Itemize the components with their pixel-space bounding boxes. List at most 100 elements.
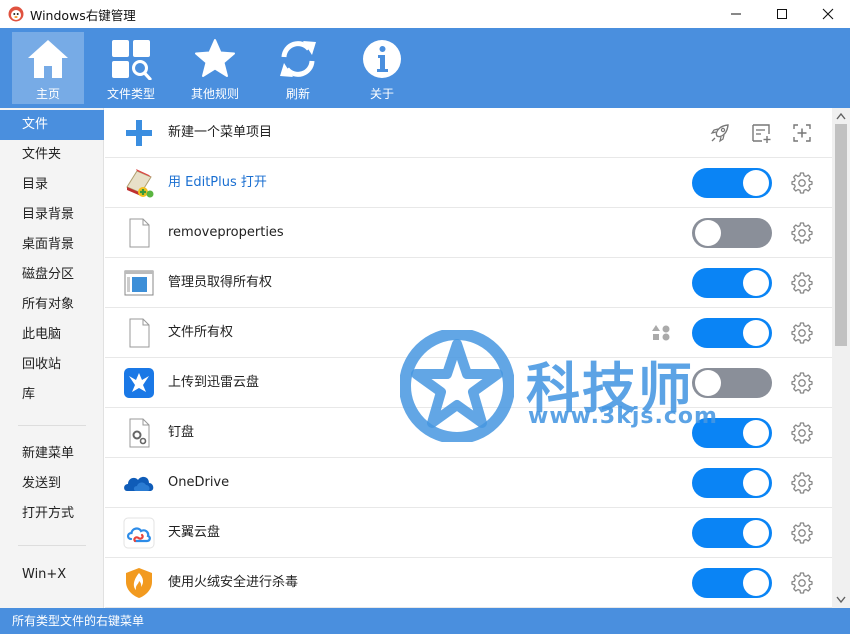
tianyi-cloud-icon bbox=[123, 517, 155, 549]
sidebar-item-file[interactable]: 文件 bbox=[0, 110, 104, 140]
enable-toggle[interactable] bbox=[692, 568, 772, 598]
toolbar-about-button[interactable]: 关于 bbox=[346, 32, 418, 104]
list-item[interactable]: 管理员取得所有权 bbox=[105, 258, 832, 308]
list-item-label: 文件所有权 bbox=[168, 325, 234, 340]
list-item-label: OneDrive bbox=[168, 475, 230, 490]
scrollbar-thumb[interactable] bbox=[835, 124, 847, 346]
toolbar-about-label: 关于 bbox=[369, 87, 394, 101]
gear-icon[interactable] bbox=[791, 222, 813, 244]
gear-icon[interactable] bbox=[791, 472, 813, 494]
toolbar-home-label: 主页 bbox=[35, 87, 60, 101]
list-item[interactable]: removeproperties bbox=[105, 208, 832, 258]
list-item[interactable]: 钉盘 bbox=[105, 408, 832, 458]
enable-toggle[interactable] bbox=[692, 468, 772, 498]
huorong-shield-icon bbox=[126, 568, 152, 598]
new-menu-item-label: 新建一个菜单项目 bbox=[168, 125, 273, 140]
gear-icon[interactable] bbox=[791, 322, 813, 344]
list-item[interactable]: 使用火绒安全进行杀毒 bbox=[105, 558, 832, 608]
list-item-label: 管理员取得所有权 bbox=[168, 275, 273, 290]
shapes-icon bbox=[652, 325, 670, 341]
minimize-icon bbox=[731, 13, 741, 15]
gear-icon[interactable] bbox=[791, 172, 813, 194]
add-list-icon[interactable] bbox=[750, 122, 772, 144]
sidebar-item-all-objects[interactable]: 所有对象 bbox=[0, 290, 104, 320]
enable-toggle[interactable] bbox=[692, 268, 772, 298]
enable-toggle[interactable] bbox=[692, 318, 772, 348]
toolbar: 主页 文件类型 其他规则 刷新 关于 bbox=[0, 28, 850, 108]
blank-file-icon bbox=[129, 218, 150, 248]
add-item-icon[interactable] bbox=[791, 122, 813, 144]
gear-icon[interactable] bbox=[791, 372, 813, 394]
gear-icon[interactable] bbox=[791, 522, 813, 544]
close-button[interactable] bbox=[805, 0, 850, 28]
toggle-knob bbox=[743, 170, 769, 196]
list-item[interactable]: 天翼云盘 bbox=[105, 508, 832, 558]
sidebar-item-desktop-background[interactable]: 桌面背景 bbox=[0, 230, 104, 260]
toolbar-file-types-button[interactable]: 文件类型 bbox=[95, 32, 167, 104]
toolbar-refresh-button[interactable]: 刷新 bbox=[262, 32, 334, 104]
toggle-knob bbox=[743, 270, 769, 296]
gear-icon[interactable] bbox=[791, 572, 813, 594]
sidebar-item-recycle-bin[interactable]: 回收站 bbox=[0, 350, 104, 380]
list-item[interactable]: OneDrive bbox=[105, 458, 832, 508]
enable-toggle[interactable] bbox=[692, 218, 772, 248]
list-item-label: 使用火绒安全进行杀毒 bbox=[168, 575, 299, 590]
scroll-up-icon[interactable] bbox=[836, 112, 846, 120]
editplus-icon bbox=[126, 169, 154, 198]
minimize-button[interactable] bbox=[713, 0, 759, 28]
new-menu-item-row[interactable]: 新建一个菜单项目 bbox=[105, 108, 832, 158]
sidebar-item-library[interactable]: 库 bbox=[0, 380, 104, 410]
toggle-knob bbox=[743, 470, 769, 496]
sidebar-item-directory[interactable]: 目录 bbox=[0, 170, 104, 200]
gear-file-icon bbox=[129, 418, 150, 448]
sidebar-item-open-with[interactable]: 打开方式 bbox=[0, 499, 104, 529]
sidebar-item-folder[interactable]: 文件夹 bbox=[0, 140, 104, 170]
onedrive-cloud-icon bbox=[124, 476, 154, 491]
maximize-icon bbox=[777, 9, 787, 19]
enable-toggle[interactable] bbox=[692, 368, 772, 398]
toolbar-other-rules-button[interactable]: 其他规则 bbox=[179, 32, 251, 104]
enable-toggle[interactable] bbox=[692, 168, 772, 198]
scroll-down-icon[interactable] bbox=[836, 596, 846, 604]
star-icon bbox=[195, 39, 235, 77]
thunder-bird-icon bbox=[124, 368, 154, 398]
toolbar-home-button[interactable]: 主页 bbox=[12, 32, 84, 104]
toolbar-refresh-label: 刷新 bbox=[285, 87, 310, 101]
info-icon bbox=[363, 40, 401, 78]
status-bar: 所有类型文件的右键菜单 bbox=[0, 608, 850, 634]
enable-toggle[interactable] bbox=[692, 518, 772, 548]
toolbar-file-types-label: 文件类型 bbox=[106, 87, 155, 101]
sidebar-item-this-pc[interactable]: 此电脑 bbox=[0, 320, 104, 350]
maximize-button[interactable] bbox=[759, 0, 805, 28]
list-item[interactable]: 上传到迅雷云盘 bbox=[105, 358, 832, 408]
rocket-icon[interactable] bbox=[709, 122, 731, 144]
refresh-icon bbox=[280, 41, 316, 77]
list-item-label: 天翼云盘 bbox=[168, 525, 221, 540]
plus-icon bbox=[126, 120, 152, 146]
toggle-knob bbox=[743, 570, 769, 596]
enable-toggle[interactable] bbox=[692, 418, 772, 448]
sidebar-item-send-to[interactable]: 发送到 bbox=[0, 469, 104, 499]
title-bar: Windows右键管理 bbox=[0, 0, 850, 28]
window-app-icon bbox=[124, 270, 154, 296]
list-item[interactable]: 用 EditPlus 打开 bbox=[105, 158, 832, 208]
toggle-knob bbox=[743, 420, 769, 446]
app-window: Windows右键管理 主页 文件类型 其他规则 刷新 关于 文件 文件夹 目录… bbox=[0, 0, 850, 634]
gear-icon[interactable] bbox=[791, 272, 813, 294]
sidebar: 文件 文件夹 目录 目录背景 桌面背景 磁盘分区 所有对象 此电脑 回收站 库 … bbox=[0, 108, 104, 608]
sidebar-divider bbox=[18, 545, 86, 546]
list-item[interactable]: 文件所有权 bbox=[105, 308, 832, 358]
sidebar-item-drive[interactable]: 磁盘分区 bbox=[0, 260, 104, 290]
sidebar-item-win-x[interactable]: Win+X bbox=[0, 560, 104, 590]
sidebar-divider bbox=[18, 425, 86, 426]
home-icon bbox=[28, 40, 68, 78]
list-item-label: 用 EditPlus 打开 bbox=[168, 175, 267, 190]
gear-icon[interactable] bbox=[791, 422, 813, 444]
menu-item-list: 新建一个菜单项目 用 EditPlus 打开 removeproperties … bbox=[105, 108, 832, 608]
vertical-scrollbar[interactable] bbox=[832, 108, 850, 608]
toggle-knob bbox=[695, 220, 721, 246]
sidebar-item-new-menu[interactable]: 新建菜单 bbox=[0, 439, 104, 469]
sidebar-item-directory-background[interactable]: 目录背景 bbox=[0, 200, 104, 230]
list-item-label: 上传到迅雷云盘 bbox=[168, 375, 260, 390]
toolbar-other-rules-label: 其他规则 bbox=[190, 87, 239, 101]
